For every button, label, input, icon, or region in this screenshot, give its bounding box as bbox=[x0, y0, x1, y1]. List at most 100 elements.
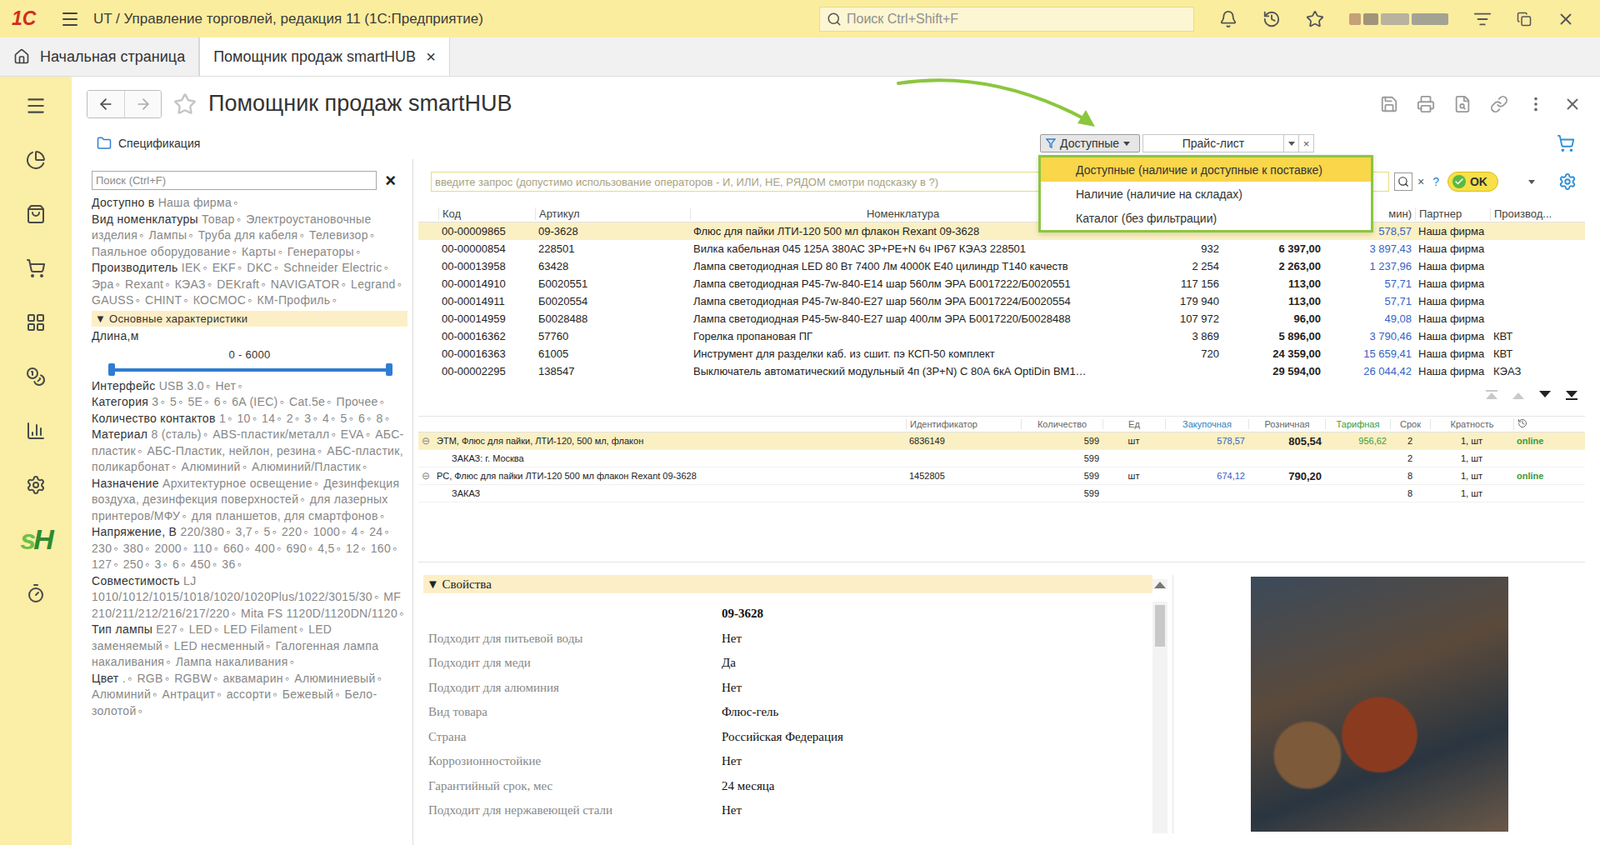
preview-icon[interactable] bbox=[1453, 95, 1472, 114]
slider-handle-low[interactable] bbox=[108, 363, 115, 376]
facet-value[interactable]: 380 bbox=[123, 541, 144, 555]
facet-value[interactable]: 10 bbox=[236, 411, 250, 425]
table-row[interactable]: 00-0001636361005Инструмент для разделки … bbox=[418, 345, 1585, 363]
forward-button[interactable] bbox=[124, 90, 161, 118]
facet-value[interactable]: Карты bbox=[241, 245, 276, 259]
facet-value[interactable]: 6A (IEC) bbox=[231, 395, 278, 409]
properties-scrollbar[interactable] bbox=[1152, 601, 1168, 834]
scroll-up-icon[interactable] bbox=[1511, 390, 1525, 400]
facet-value[interactable]: Алюминий/Пластик bbox=[251, 460, 361, 474]
scroll-bottom-icon[interactable] bbox=[1565, 390, 1579, 400]
menu-item[interactable]: Доступные (наличие и доступные к поставк… bbox=[1040, 157, 1371, 182]
facet-value[interactable]: Лампы bbox=[149, 228, 188, 242]
facet-value[interactable]: DKC bbox=[246, 260, 272, 275]
facet-value[interactable]: Антрацит bbox=[162, 687, 216, 701]
facet-value[interactable]: . bbox=[122, 671, 126, 685]
table-row[interactable]: 00-00014959Б0028488Лампа светодиодная Р4… bbox=[418, 310, 1585, 328]
facet-value[interactable]: 5 bbox=[340, 411, 347, 425]
facet-value[interactable]: 450 bbox=[190, 557, 211, 571]
facet-value[interactable]: 2 bbox=[286, 411, 294, 425]
header-cell[interactable]: Производ... bbox=[1490, 207, 1585, 220]
header-cell[interactable]: Тарифная bbox=[1325, 419, 1390, 430]
offer-order-row[interactable]: ЗАКАЗ: г. Москва59921, шт bbox=[418, 450, 1585, 468]
facet-value[interactable]: 220/380 bbox=[180, 525, 225, 539]
facet-value[interactable]: Бежевый bbox=[282, 687, 334, 701]
facet-value[interactable]: LED Filament bbox=[223, 622, 297, 636]
table-row[interactable]: 00-00014911Б0020554Лампа светодиодная Р4… bbox=[418, 292, 1585, 310]
sidebar-item[interactable] bbox=[0, 295, 72, 350]
price-list-clear[interactable]: × bbox=[1298, 135, 1314, 152]
main-menu-icon[interactable] bbox=[60, 9, 80, 30]
facet-value[interactable]: аквамарин bbox=[222, 671, 283, 685]
user-name-blurred[interactable] bbox=[1349, 13, 1449, 25]
facet-value[interactable]: 220 bbox=[281, 525, 302, 539]
facet-value[interactable]: 3 bbox=[304, 411, 311, 425]
facet-value[interactable]: Наша фирма bbox=[158, 195, 232, 210]
facet-value[interactable]: Schneider Electric bbox=[283, 260, 382, 275]
facet-value[interactable]: NAVIGATOR bbox=[270, 277, 340, 291]
menu-item[interactable]: Наличие (наличие на складах) bbox=[1040, 181, 1371, 206]
facet-value[interactable]: 1000 bbox=[313, 525, 340, 539]
facet-search[interactable]: Поиск (Ctrl+F) bbox=[91, 170, 377, 190]
facet-value[interactable]: 14 bbox=[261, 411, 275, 425]
header-cell[interactable]: Кратность bbox=[1430, 419, 1514, 430]
facet-value[interactable]: 4 bbox=[351, 525, 359, 539]
facet-value[interactable]: 5E bbox=[187, 395, 203, 409]
sidebar-item[interactable] bbox=[0, 240, 72, 295]
facet-value[interactable]: Mita FS 1120D/1120DN/1120 bbox=[240, 606, 398, 620]
facet-value[interactable]: Товар bbox=[201, 212, 235, 226]
dropdown-caret-icon[interactable] bbox=[1123, 141, 1130, 146]
scrollbar-thumb[interactable] bbox=[1155, 605, 1165, 647]
facet-value[interactable]: Нет bbox=[215, 379, 236, 393]
header-cell[interactable]: Артикул bbox=[535, 207, 690, 220]
tab-close[interactable]: × bbox=[425, 48, 436, 65]
offer-row[interactable]: ⊖РС, Флюс для пайки ЛТИ-120 500 мл флако… bbox=[418, 467, 1585, 485]
print-icon[interactable] bbox=[1416, 95, 1435, 114]
table-row[interactable]: 00-00014910Б0020551Лампа светодиодная Р4… bbox=[418, 275, 1585, 293]
table-row[interactable]: 00-00002295138547Выключатель автоматичес… bbox=[418, 362, 1585, 380]
facet-value[interactable]: 36 bbox=[221, 557, 235, 571]
sidebar-item[interactable] bbox=[0, 132, 72, 187]
facet-value[interactable]: 160 bbox=[370, 541, 391, 555]
facet-value[interactable]: КМ-Профиль bbox=[257, 293, 331, 307]
more-options-caret-icon[interactable] bbox=[1528, 180, 1535, 185]
gear-icon[interactable] bbox=[1558, 172, 1577, 191]
facet-value[interactable]: E27 bbox=[155, 622, 178, 636]
menu-item[interactable]: Каталог (без фильтрации) bbox=[1040, 205, 1371, 230]
header-cell[interactable]: Идентификатор bbox=[905, 419, 1021, 430]
header-cell[interactable]: Партнер bbox=[1415, 207, 1490, 220]
facet-search-clear[interactable]: × bbox=[385, 171, 396, 190]
facet-value[interactable]: 127 bbox=[91, 557, 112, 571]
history-icon[interactable] bbox=[1262, 10, 1281, 29]
facet-value[interactable]: 4 bbox=[322, 411, 330, 425]
facet-value[interactable]: EVA bbox=[340, 427, 365, 441]
facet-value[interactable]: EKF bbox=[212, 260, 236, 275]
facet-value[interactable]: LED bbox=[189, 622, 213, 636]
facet-value[interactable]: 6 bbox=[358, 411, 365, 425]
scroll-down-icon[interactable] bbox=[1538, 390, 1552, 400]
sidebar-item[interactable] bbox=[0, 565, 72, 620]
facet-value[interactable]: 230 bbox=[91, 541, 112, 555]
facet-value[interactable]: Прочее bbox=[336, 395, 379, 409]
slider-track[interactable] bbox=[111, 368, 390, 372]
facet-section-header[interactable]: ▼ Основные характеристики bbox=[91, 310, 408, 327]
facet-value[interactable]: Труба для кабеля bbox=[198, 228, 299, 242]
facet-value[interactable]: RGBW bbox=[174, 671, 212, 685]
price-list-field[interactable]: Прайс-лист× bbox=[1142, 134, 1315, 153]
facet-value[interactable]: 8 bbox=[376, 411, 384, 425]
facet-value[interactable]: Телевизор bbox=[309, 228, 369, 242]
facet-value[interactable]: КОСМОС bbox=[193, 293, 246, 307]
facet-value[interactable]: для планшетов, для смартфонов bbox=[191, 509, 379, 523]
facet-value[interactable]: 660 bbox=[223, 541, 244, 555]
collapse-marker[interactable]: ⊖ bbox=[421, 435, 430, 447]
header-cell[interactable]: Количество bbox=[1020, 419, 1103, 430]
scroll-top-icon[interactable] bbox=[1485, 390, 1499, 400]
cart-icon[interactable] bbox=[1556, 134, 1575, 153]
header-cell[interactable]: Код bbox=[438, 207, 535, 220]
facet-value[interactable]: 6 bbox=[172, 557, 180, 571]
facet-value[interactable]: RGB bbox=[136, 671, 163, 685]
facet-value[interactable]: 8 (сталь) bbox=[151, 427, 202, 441]
facet-value[interactable]: Алюминий bbox=[181, 460, 241, 474]
facet-value[interactable]: Лампа накаливания bbox=[175, 655, 289, 669]
sidebar-item[interactable] bbox=[0, 457, 72, 512]
